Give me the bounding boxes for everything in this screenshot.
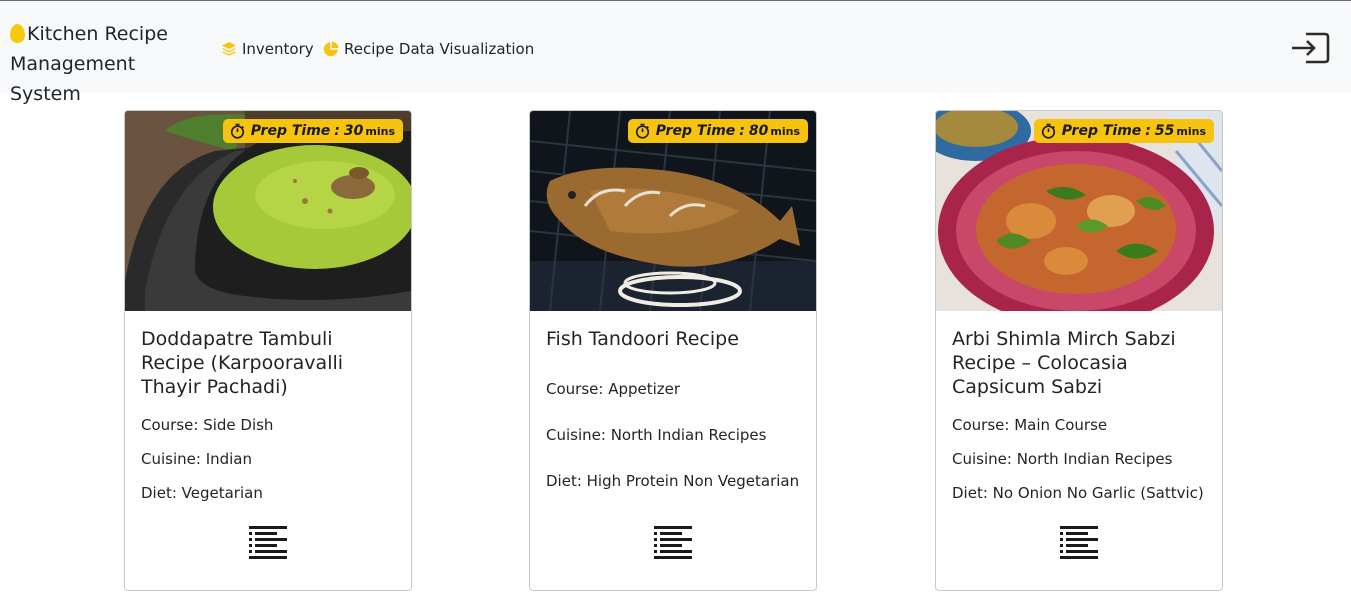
prep-time-unit: mins [365, 124, 395, 138]
pie-chart-icon [323, 41, 339, 57]
recipe-title: Arbi Shimla Mirch Sabzi Recipe – Colocas… [952, 328, 1176, 398]
recipe-diet: Diet: Vegetarian [141, 484, 263, 502]
prep-time-label: Prep Time [1061, 123, 1142, 139]
text-lines-icon [654, 526, 692, 559]
prep-time-value: 55 [1154, 123, 1175, 139]
prep-time-value: 80 [748, 123, 769, 139]
nav-link-inventory[interactable]: Inventory [221, 38, 314, 60]
recipe-course: Course: Main Course [952, 416, 1108, 434]
recipe-diet: Diet: High Protein Non Vegetarian [546, 472, 800, 490]
nav-visualization-label: Recipe Data Visualization [344, 40, 535, 58]
recipe-cuisine: Cuisine: North Indian Recipes [546, 426, 767, 444]
logout-icon [1292, 32, 1330, 64]
nav-inventory-label: Inventory [242, 40, 314, 58]
recipe-cuisine: Cuisine: Indian [141, 450, 253, 468]
recipe-title: Fish Tandoori Recipe [546, 328, 739, 350]
logout-button[interactable] [1290, 31, 1330, 65]
recipe-card[interactable]: Prep Time:30 mins Doddapatre Tambuli Reci… [124, 110, 412, 591]
prep-time-label: Prep Time [655, 123, 736, 139]
brand[interactable]: Kitchen Recipe Management System [10, 19, 210, 109]
app-title: Kitchen Recipe Management System [10, 23, 168, 105]
stopwatch-icon [1041, 123, 1055, 139]
navbar: Kitchen Recipe Management System Invento… [0, 0, 1351, 105]
recipe-cuisine: Cuisine: North Indian Recipes [952, 450, 1173, 468]
recipe-course: Course: Side Dish [141, 416, 274, 434]
view-recipe-button[interactable] [247, 523, 289, 563]
recipe-card[interactable]: Prep Time:80 mins Fish Tandoori Recipe Co… [529, 110, 817, 591]
recipe-image: Prep Time:55 mins [936, 111, 1222, 311]
prep-time-value: 30 [343, 123, 364, 139]
prep-time-badge: Prep Time:30 mins [222, 119, 403, 143]
prep-time-badge: Prep Time:80 mins [627, 119, 808, 143]
recipe-image: Prep Time:30 mins [125, 111, 411, 311]
recipe-course: Course: Appetizer [546, 380, 681, 398]
recipe-title: Doddapatre Tambuli Recipe (Karpooravalli… [141, 328, 344, 398]
layers-icon [222, 42, 236, 56]
stopwatch-icon [635, 123, 649, 139]
nav-link-visualization[interactable]: Recipe Data Visualization [323, 38, 534, 60]
prep-time-unit: mins [770, 124, 800, 138]
prep-time-badge: Prep Time:55 mins [1033, 119, 1214, 143]
stopwatch-icon [230, 123, 244, 139]
view-recipe-button[interactable] [652, 523, 694, 563]
egg-icon [10, 24, 25, 43]
view-recipe-button[interactable] [1058, 523, 1100, 563]
recipe-card[interactable]: Prep Time:55 mins Arbi Shimla Mirch Sabzi… [935, 110, 1223, 591]
text-lines-icon [249, 526, 287, 559]
recipe-diet: Diet: No Onion No Garlic (Sattvic) [952, 484, 1204, 502]
prep-time-label: Prep Time [250, 123, 331, 139]
prep-time-unit: mins [1176, 124, 1206, 138]
text-lines-icon [1060, 526, 1098, 559]
recipe-image: Prep Time:80 mins [530, 111, 816, 311]
